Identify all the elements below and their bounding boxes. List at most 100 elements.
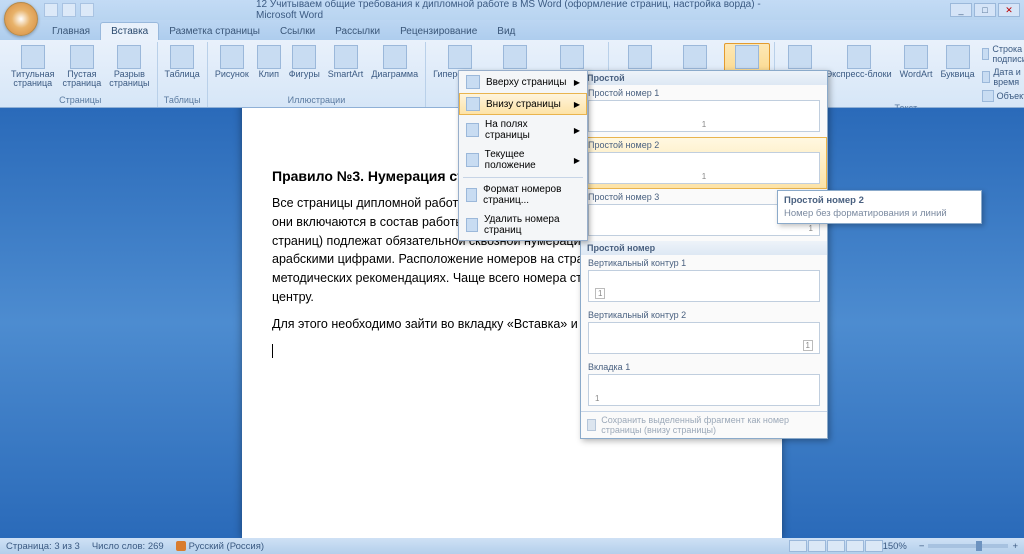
- window-title: 12 Учитываем общие требования к дипломно…: [256, 0, 768, 21]
- ribbon-group-Таблицы: Таблица Таблицы: [158, 42, 208, 107]
- tooltip: Простой номер 2 Номер без форматирования…: [777, 190, 982, 224]
- ribbon-group-Страницы: ТитульнаястраницаПустаястраницаРазрывстр…: [4, 42, 158, 107]
- ribbon-button[interactable]: Пустаястраница: [59, 43, 104, 91]
- ribbon-button[interactable]: Клип: [254, 43, 284, 81]
- tab-Разметка страницы[interactable]: Разметка страницы: [159, 23, 270, 40]
- zoom-level[interactable]: 150%: [883, 541, 907, 552]
- text-cursor: [272, 344, 273, 358]
- ribbon-button[interactable]: Таблица: [162, 43, 203, 81]
- menu-icon: [466, 153, 479, 167]
- status-bar: Страница: 3 из 3 Число слов: 269 Русский…: [0, 538, 1024, 554]
- title-bar: 12 Учитываем общие требования к дипломно…: [0, 0, 1024, 20]
- gallery-item[interactable]: Простой номер 21: [581, 137, 827, 189]
- page-number-gallery: ПростойПростой номер 11Простой номер 21 П…: [580, 70, 828, 439]
- ribbon-button[interactable]: SmartArt: [325, 43, 367, 81]
- ribbon-small-button[interactable]: Строка подписи: [980, 43, 1024, 65]
- ribbon-button[interactable]: Разрывстраницы: [106, 43, 152, 91]
- view-print-layout-icon[interactable]: [789, 540, 807, 552]
- ribbon-button[interactable]: Титульнаястраница: [8, 43, 57, 91]
- ribbon-small-button[interactable]: Объект: [980, 89, 1024, 103]
- view-web-icon[interactable]: [827, 540, 845, 552]
- ribbon-icon: [503, 45, 527, 69]
- view-outline-icon[interactable]: [846, 540, 864, 552]
- menu-item[interactable]: Вверху страницы▶: [459, 71, 587, 93]
- icon: [982, 90, 994, 102]
- ribbon-small-button[interactable]: Дата и время: [980, 66, 1024, 88]
- minimize-button[interactable]: _: [950, 3, 972, 17]
- gallery-item[interactable]: Вертикальный контур 21: [581, 307, 827, 359]
- maximize-button[interactable]: □: [974, 3, 996, 17]
- tab-Ссылки[interactable]: Ссылки: [270, 23, 325, 40]
- page-indicator[interactable]: Страница: 3 из 3: [6, 541, 80, 552]
- page-number-menu: Вверху страницы▶Внизу страницы▶На полях …: [458, 70, 588, 241]
- chevron-right-icon: ▶: [574, 156, 580, 165]
- gallery-item[interactable]: Вертикальный контур 11: [581, 255, 827, 307]
- gallery-header: Простой номер: [581, 241, 827, 255]
- ribbon-button[interactable]: Буквица: [937, 43, 977, 103]
- ribbon-icon: [847, 45, 871, 69]
- ribbon-group-label: Иллюстрации: [212, 95, 421, 106]
- ribbon-button[interactable]: Экспресс-блоки: [823, 43, 895, 103]
- ribbon-icon: [628, 45, 652, 69]
- menu-item[interactable]: Формат номеров страниц...: [459, 180, 587, 210]
- zoom-out-button[interactable]: −: [919, 541, 925, 552]
- office-button[interactable]: [4, 2, 38, 36]
- ribbon-button[interactable]: WordArt: [897, 43, 936, 103]
- ribbon-icon: [170, 45, 194, 69]
- menu-item[interactable]: На полях страницы▶: [459, 115, 587, 145]
- menu-icon: [466, 123, 479, 137]
- zoom-in-button[interactable]: +: [1012, 541, 1018, 552]
- quick-access-toolbar: [44, 3, 94, 17]
- icon: [982, 48, 990, 60]
- ribbon-icon: [257, 45, 281, 69]
- ribbon-icon: [383, 45, 407, 69]
- ribbon-button[interactable]: Диаграмма: [368, 43, 421, 81]
- ribbon-button[interactable]: Рисунок: [212, 43, 252, 81]
- language-indicator[interactable]: Русский (Россия): [176, 541, 264, 552]
- word-count[interactable]: Число слов: 269: [92, 541, 164, 552]
- gallery-item[interactable]: Вкладка 11: [581, 359, 827, 411]
- menu-item[interactable]: Внизу страницы▶: [459, 93, 587, 115]
- tab-Вставка[interactable]: Вставка: [100, 22, 159, 40]
- redo-icon[interactable]: [80, 3, 94, 17]
- view-draft-icon[interactable]: [865, 540, 883, 552]
- gallery-header: Простой: [581, 71, 827, 85]
- ribbon-icon: [683, 45, 707, 69]
- ribbon-icon: [448, 45, 472, 69]
- ribbon-icon: [21, 45, 45, 69]
- ribbon-icon: [70, 45, 94, 69]
- ribbon-icon: [946, 45, 970, 69]
- gallery-item[interactable]: Простой номер 11: [581, 85, 827, 137]
- close-button[interactable]: ✕: [998, 3, 1020, 17]
- ribbon-icon: [735, 45, 759, 69]
- ribbon-group-label: Таблицы: [162, 95, 203, 106]
- tooltip-title: Простой номер 2: [784, 195, 975, 206]
- chevron-right-icon: ▶: [574, 100, 580, 109]
- gallery-footer: Сохранить выделенный фрагмент как номер …: [581, 411, 827, 438]
- menu-icon: [466, 218, 478, 232]
- zoom-slider[interactable]: [928, 544, 1008, 548]
- icon: [982, 71, 991, 83]
- tab-Рецензирование[interactable]: Рецензирование: [390, 23, 487, 40]
- ribbon-button[interactable]: Фигуры: [286, 43, 323, 81]
- tab-Главная[interactable]: Главная: [42, 23, 100, 40]
- ribbon-group-label: Страницы: [8, 95, 153, 106]
- ribbon-icon: [788, 45, 812, 69]
- ribbon-icon: [904, 45, 928, 69]
- ribbon-group-Иллюстрации: РисунокКлипФигурыSmartArtДиаграмма Иллюст…: [208, 42, 426, 107]
- ribbon-icon: [334, 45, 358, 69]
- ribbon-icon: [292, 45, 316, 69]
- ribbon-icon: [117, 45, 141, 69]
- menu-item[interactable]: Удалить номера страниц: [459, 210, 587, 240]
- chevron-right-icon: ▶: [574, 78, 580, 87]
- ribbon-tabs: ГлавнаяВставкаРазметка страницыСсылкиРас…: [0, 20, 1024, 40]
- tooltip-description: Номер без форматирования и линий: [784, 208, 975, 219]
- view-fullscreen-icon[interactable]: [808, 540, 826, 552]
- menu-item[interactable]: Текущее положение▶: [459, 145, 587, 175]
- save-icon[interactable]: [44, 3, 58, 17]
- undo-icon[interactable]: [62, 3, 76, 17]
- ribbon-icon: [220, 45, 244, 69]
- tab-Вид[interactable]: Вид: [487, 23, 525, 40]
- tab-Рассылки[interactable]: Рассылки: [325, 23, 390, 40]
- save-icon: [587, 419, 596, 431]
